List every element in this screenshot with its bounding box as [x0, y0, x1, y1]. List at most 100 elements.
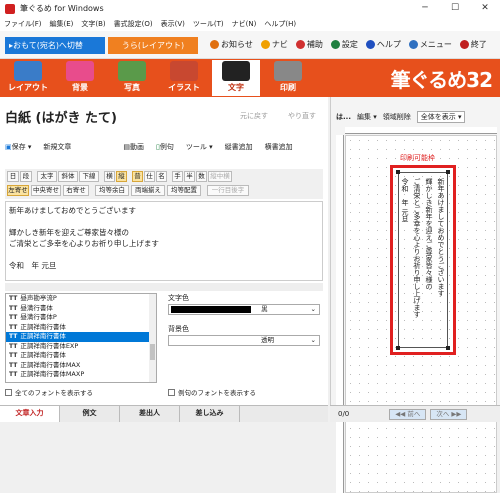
scroll-thumb[interactable] [150, 344, 155, 360]
menu-tools[interactable]: ツール(T) [193, 19, 224, 29]
align-button[interactable]: 右寄せ [63, 185, 89, 196]
menu-view[interactable]: 表示(V) [161, 19, 185, 29]
toolbar-link-0[interactable]: お知らせ [210, 39, 253, 50]
font-list-item[interactable]: TT 正調祥南行書体MAX [6, 361, 156, 371]
font-list-item[interactable]: TT 昼満行書体 [6, 304, 156, 314]
prev-page-button[interactable]: ◀◀ 前へ [389, 408, 427, 420]
format-button[interactable]: 数 [196, 171, 207, 182]
bottom-tab-2[interactable]: 差出人 [120, 406, 180, 422]
add-horizontal-text-button[interactable]: 横書追加 [265, 142, 293, 152]
menu-edit[interactable]: 編集(E) [50, 19, 74, 29]
show-all-fonts-label: 全てのフォントを表示する [15, 389, 93, 397]
align-button[interactable]: 均等余白 [95, 185, 129, 196]
format-button[interactable]: 名 [156, 171, 167, 182]
text-color-select[interactable]: 黒 ⌄ [168, 304, 320, 315]
format-button[interactable]: 日 [7, 171, 19, 182]
format-button[interactable]: 横 [104, 171, 115, 182]
ribbon-tab-label: 文字 [228, 83, 244, 92]
show-example-fonts-checkbox[interactable]: 例句のフォントを表示する [168, 387, 256, 397]
ribbon-tab-4[interactable]: 文字 [212, 60, 260, 96]
minimize-button[interactable]: ─ [410, 0, 440, 17]
switch-to-omote-tab[interactable]: ▸おもて(宛名)へ切替 [5, 37, 105, 54]
bottom-tab-1[interactable]: 例文 [60, 406, 120, 422]
resize-handle[interactable] [446, 346, 450, 350]
font-list-item[interactable]: TT 昼満行書体P [6, 313, 156, 323]
bg-color-select[interactable]: 透明 ⌄ [168, 335, 320, 346]
edit-dropdown[interactable]: 編集 ▾ [357, 112, 377, 122]
toolbar-link-4[interactable]: ヘルプ [365, 39, 401, 50]
card-line-2: 輝かしき新年を迎えご尊家皆々様の [425, 178, 433, 290]
add-vertical-text-button[interactable]: 縦書追加 [225, 142, 253, 152]
format-button[interactable]: 下線 [79, 171, 99, 182]
font-list-item[interactable]: TT 正調祥南行書体 [6, 323, 156, 333]
menu-bar: ファイル(F) 編集(E) 文字(B) 書式設定(O) 表示(V) ツール(T)… [0, 17, 500, 31]
close-button[interactable]: ✕ [470, 0, 500, 17]
ribbon-tab-5[interactable]: 印刷 [264, 60, 312, 96]
font-list-item[interactable]: TT 正調祥南行書体 [6, 351, 156, 361]
delete-area-button[interactable]: 領域削除 [383, 112, 411, 122]
format-button[interactable]: 手 [172, 171, 183, 182]
bottom-tab-0[interactable]: 文章入力 [0, 406, 60, 422]
resize-handle[interactable] [446, 170, 450, 174]
font-list-item[interactable]: TT 正調祥南行書体 [6, 332, 156, 342]
align-button[interactable]: 左寄せ [7, 185, 29, 196]
toolbar-link-icon [459, 40, 469, 49]
align-button[interactable]: 中央寄せ [31, 185, 61, 196]
toolbar-link-6[interactable]: 終了 [459, 39, 487, 50]
align-button[interactable]: 一行目後字 [207, 185, 249, 196]
toolbar-link-1[interactable]: ナビ [260, 39, 288, 50]
ribbon-tab-1[interactable]: 背景 [56, 60, 104, 96]
show-all-fonts-checkbox[interactable]: 全てのフォントを表示する [5, 387, 93, 397]
format-button[interactable]: 段 [20, 171, 32, 182]
format-button[interactable]: 縦中横 [208, 171, 232, 182]
toolbar-link-2[interactable]: 補助 [295, 39, 323, 50]
undo-button[interactable]: 元に戻す [240, 111, 268, 121]
align-button[interactable]: 均等配置 [167, 185, 201, 196]
text-editor[interactable]: 新年あけましておめでとうございます 輝かしき新年を迎えご尊家皆々様の ご清栄とご… [5, 201, 323, 281]
video-button[interactable]: ▤動画 [123, 142, 144, 152]
format-button[interactable]: 半 [184, 171, 195, 182]
tools-dropdown[interactable]: ツール ▾ [186, 142, 213, 152]
resize-handle[interactable] [396, 346, 400, 350]
save-button[interactable]: ▣保存 ▾ [5, 142, 31, 152]
bottom-tab-3[interactable]: 差し込み [180, 406, 240, 422]
menu-text[interactable]: 文字(B) [81, 19, 105, 29]
font-name: 昼満行書体P [20, 313, 57, 321]
format-button[interactable]: 普 [132, 171, 143, 182]
zoom-select[interactable]: 全体を表示 ▾ [416, 111, 466, 123]
menu-file[interactable]: ファイル(F) [4, 19, 42, 29]
truetype-icon: TT [9, 314, 18, 321]
font-list[interactable]: TT 昼声勘亭流P TT 昼満行書体 TT 昼満行書体P TT 正調祥南行書体 TT 正調祥南行書… [5, 293, 157, 383]
menu-format[interactable]: 書式設定(O) [114, 19, 153, 29]
splitter[interactable] [5, 283, 323, 291]
toolbar-link-5[interactable]: メニュー [408, 39, 452, 50]
format-button[interactable]: 斜体 [58, 171, 78, 182]
font-list-item[interactable]: TT 正調祥南行書体MAXP [6, 370, 156, 380]
resize-handle[interactable] [396, 170, 400, 174]
font-list-item[interactable]: TT 正調祥南行書体EXP [6, 342, 156, 352]
toolbar-link-3[interactable]: 設定 [330, 39, 358, 50]
bg-color-label: 背景色 [168, 325, 189, 333]
maximize-button[interactable]: ☐ [440, 0, 470, 17]
ribbon-tab-0[interactable]: レイアウト [4, 60, 52, 96]
example-phrase-button[interactable]: ▯例句 [156, 142, 174, 152]
menu-navi[interactable]: ナビ(N) [232, 19, 257, 29]
truetype-icon: TT [9, 295, 18, 302]
font-list-scrollbar[interactable] [149, 294, 156, 382]
ribbon-tab-3[interactable]: イラスト [160, 60, 208, 96]
menu-help[interactable]: ヘルプ(H) [264, 19, 296, 29]
format-button[interactable]: 仕 [144, 171, 155, 182]
font-list-item[interactable]: TT 昼声勘亭流P [6, 294, 156, 304]
format-button[interactable]: 太字 [37, 171, 57, 182]
align-button[interactable]: 両端揃え [131, 185, 165, 196]
ura-layout-tab[interactable]: うら(レイアウト) [108, 37, 198, 54]
ribbon-tab-label: 印刷 [280, 83, 296, 92]
video-label: 動画 [130, 143, 144, 151]
ribbon-tab-2[interactable]: 写真 [108, 60, 156, 96]
next-page-button[interactable]: 次へ ▶▶ [430, 408, 468, 420]
redo-button[interactable]: やり直す [288, 111, 316, 121]
show-example-fonts-label: 例句のフォントを表示する [178, 389, 256, 397]
format-button[interactable]: 縦 [116, 171, 127, 182]
new-document-button[interactable]: 新規文章 [43, 142, 71, 152]
ribbon-icon [66, 61, 94, 81]
